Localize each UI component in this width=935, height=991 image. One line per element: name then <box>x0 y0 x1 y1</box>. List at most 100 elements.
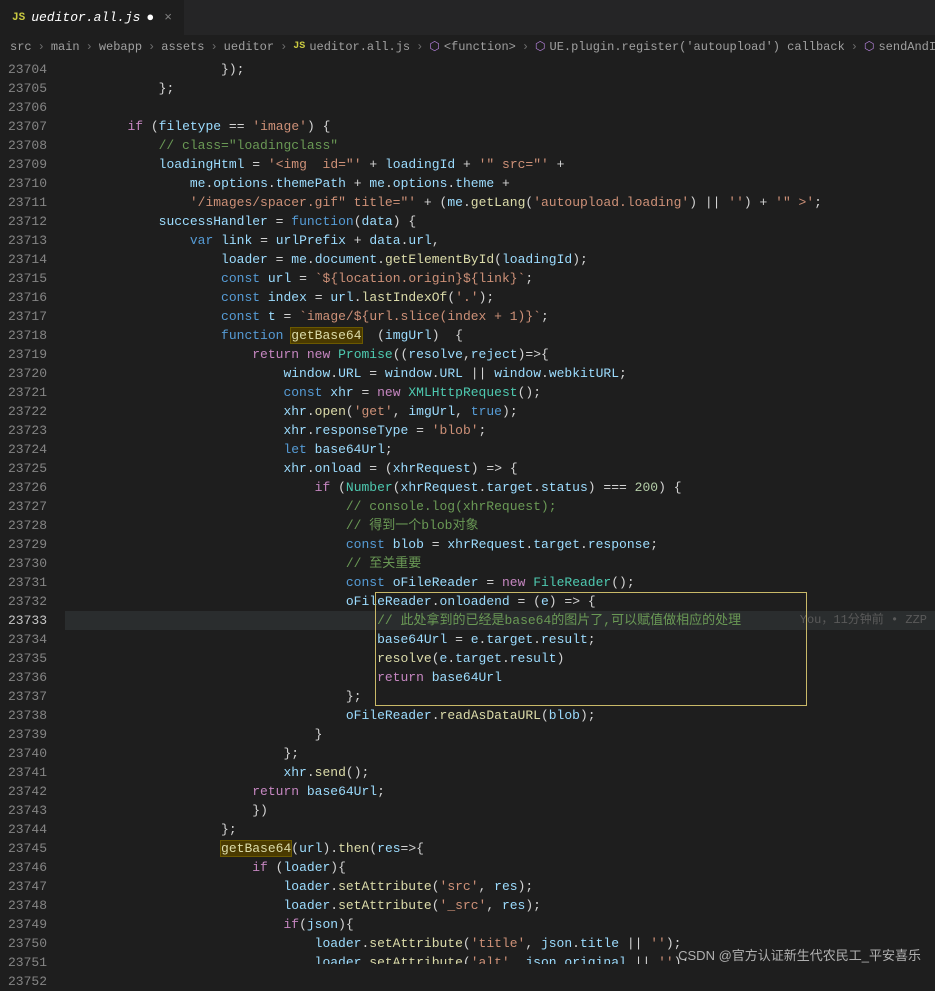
code-line[interactable]: oFileReader.onloadend = (e) => { <box>65 592 935 611</box>
symbol-icon: ⬡ <box>429 39 439 54</box>
code-line[interactable]: // 此处拿到的已经是base64的图片了,可以赋值做相应的处理You，11分钟… <box>65 611 935 630</box>
line-number: 23746 <box>8 858 47 877</box>
code-line[interactable]: getBase64(url).then(res=>{ <box>65 839 935 858</box>
line-number: 23716 <box>8 288 47 307</box>
line-number: 23740 <box>8 744 47 763</box>
code-line[interactable]: xhr.onload = (xhrRequest) => { <box>65 459 935 478</box>
breadcrumb-symbol[interactable]: <function> <box>444 40 516 54</box>
code-line[interactable]: var link = urlPrefix + data.url, <box>65 231 935 250</box>
code-line[interactable]: }; <box>65 744 935 763</box>
line-number: 23730 <box>8 554 47 573</box>
code-line[interactable]: resolve(e.target.result) <box>65 649 935 668</box>
line-number: 23727 <box>8 497 47 516</box>
code-line[interactable]: const blob = xhrRequest.target.response; <box>65 535 935 554</box>
line-number: 23743 <box>8 801 47 820</box>
code-line[interactable]: if (Number(xhrRequest.target.status) ===… <box>65 478 935 497</box>
code-line[interactable]: if(json){ <box>65 915 935 934</box>
line-number: 23708 <box>8 136 47 155</box>
code-line[interactable]: xhr.send(); <box>65 763 935 782</box>
line-number: 23720 <box>8 364 47 383</box>
line-number: 23749 <box>8 915 47 934</box>
tab-bar: JS ueditor.all.js ● × <box>0 0 935 35</box>
code-line[interactable]: }); <box>65 60 935 79</box>
line-number: 23726 <box>8 478 47 497</box>
code-line[interactable]: window.URL = window.URL || window.webkit… <box>65 364 935 383</box>
code-line[interactable]: oFileReader.readAsDataURL(blob); <box>65 706 935 725</box>
breadcrumb-symbol[interactable]: UE.plugin.register('autoupload') callbac… <box>550 40 845 54</box>
code-line[interactable]: const t = `image/${url.slice(index + 1)}… <box>65 307 935 326</box>
line-number: 23733 <box>8 611 47 630</box>
code-line[interactable]: let base64Url; <box>65 440 935 459</box>
line-number: 23748 <box>8 896 47 915</box>
code-line[interactable]: if (filetype == 'image') { <box>65 117 935 136</box>
breadcrumb-file[interactable]: ueditor.all.js <box>309 40 410 54</box>
code-line[interactable]: }) <box>65 801 935 820</box>
code-line[interactable]: }; <box>65 820 935 839</box>
code-line[interactable]: loadingHtml = '<img id="' + loadingId + … <box>65 155 935 174</box>
line-number: 23747 <box>8 877 47 896</box>
line-number: 23734 <box>8 630 47 649</box>
tab-ueditor[interactable]: JS ueditor.all.js ● × <box>0 0 184 35</box>
code-line[interactable]: return base64Url <box>65 668 935 687</box>
breadcrumb-part[interactable]: webapp <box>99 40 142 54</box>
line-number: 23722 <box>8 402 47 421</box>
code-line[interactable]: } <box>65 725 935 744</box>
code-line[interactable]: // console.log(xhrRequest); <box>65 497 935 516</box>
line-number: 23750 <box>8 934 47 953</box>
code-line[interactable]: if (loader){ <box>65 858 935 877</box>
tab-close-button[interactable]: × <box>164 10 172 25</box>
line-number: 23717 <box>8 307 47 326</box>
line-number: 23739 <box>8 725 47 744</box>
line-number: 23752 <box>8 972 47 991</box>
line-number: 23729 <box>8 535 47 554</box>
line-number: 23715 <box>8 269 47 288</box>
code-line[interactable]: '/images/spacer.gif" title="' + (me.getL… <box>65 193 935 212</box>
line-number: 23742 <box>8 782 47 801</box>
code-line[interactable]: return new Promise((resolve,reject)=>{ <box>65 345 935 364</box>
line-number: 23712 <box>8 212 47 231</box>
breadcrumb-part[interactable]: assets <box>161 40 204 54</box>
line-number: 23724 <box>8 440 47 459</box>
js-file-icon: JS <box>293 41 305 52</box>
tab-modified-indicator: ● <box>146 10 154 25</box>
code-line[interactable]: loader = me.document.getElementById(load… <box>65 250 935 269</box>
code-line[interactable]: function getBase64 (imgUrl) { <box>65 326 935 345</box>
code-line[interactable]: xhr.responseType = 'blob'; <box>65 421 935 440</box>
line-gutter: 2370423705237062370723708237092371023711… <box>0 58 65 964</box>
line-number: 23744 <box>8 820 47 839</box>
code-line[interactable]: base64Url = e.target.result; <box>65 630 935 649</box>
line-number: 23751 <box>8 953 47 972</box>
line-number: 23705 <box>8 79 47 98</box>
code-line[interactable]: successHandler = function(data) { <box>65 212 935 231</box>
breadcrumb[interactable]: src›main›webapp›assets›ueditor›JS uedito… <box>0 35 935 58</box>
breadcrumb-part[interactable]: ueditor <box>224 40 274 54</box>
code-line[interactable]: // class="loadingclass" <box>65 136 935 155</box>
js-file-icon: JS <box>12 12 25 24</box>
line-number: 23718 <box>8 326 47 345</box>
line-number: 23728 <box>8 516 47 535</box>
code-line[interactable]: me.options.themePath + me.options.theme … <box>65 174 935 193</box>
line-number: 23736 <box>8 668 47 687</box>
line-number: 23711 <box>8 193 47 212</box>
line-number: 23721 <box>8 383 47 402</box>
code-line[interactable]: const index = url.lastIndexOf('.'); <box>65 288 935 307</box>
breadcrumb-symbol[interactable]: sendAndInsertFile <box>878 40 935 54</box>
code-line[interactable]: // 至关重要 <box>65 554 935 573</box>
code-line[interactable]: loader.setAttribute('_src', res); <box>65 896 935 915</box>
code-editor[interactable]: 2370423705237062370723708237092371023711… <box>0 58 935 964</box>
code-line[interactable]: xhr.open('get', imgUrl, true); <box>65 402 935 421</box>
watermark-right: CSDN @官方认证新生代农民工_平安喜乐 <box>678 945 921 964</box>
code-line[interactable]: return base64Url; <box>65 782 935 801</box>
code-line[interactable]: }; <box>65 79 935 98</box>
code-line[interactable]: const url = `${location.origin}${link}`; <box>65 269 935 288</box>
code-line[interactable]: }; <box>65 687 935 706</box>
code-line[interactable] <box>65 98 935 117</box>
breadcrumb-part[interactable]: main <box>51 40 80 54</box>
code-line[interactable]: // 得到一个blob对象 <box>65 516 935 535</box>
code-line[interactable]: loader.setAttribute('src', res); <box>65 877 935 896</box>
line-number: 23735 <box>8 649 47 668</box>
code-line[interactable]: const oFileReader = new FileReader(); <box>65 573 935 592</box>
breadcrumb-part[interactable]: src <box>10 40 32 54</box>
code-line[interactable]: const xhr = new XMLHttpRequest(); <box>65 383 935 402</box>
code-area[interactable]: }); }; if (filetype == 'image') { // cla… <box>65 58 935 964</box>
